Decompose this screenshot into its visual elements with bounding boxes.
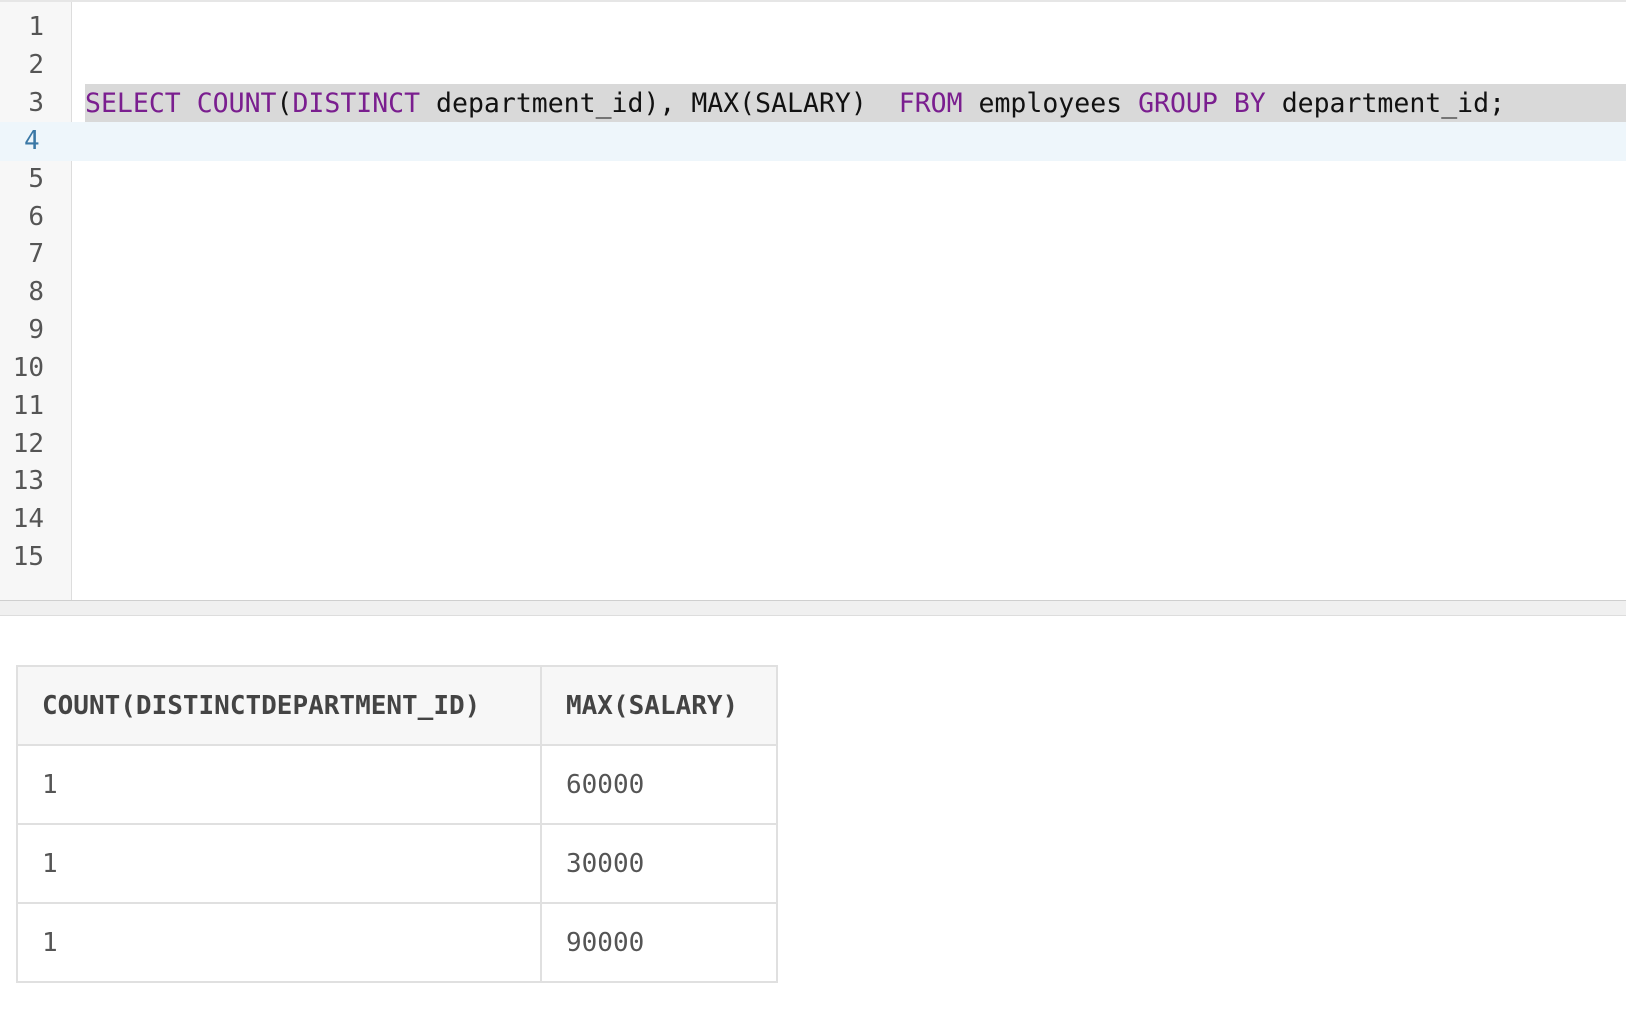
keyword-distinct: DISTINCT [292, 88, 421, 119]
line-number: 5 [28, 164, 44, 194]
keyword-group: GROUP [1138, 88, 1218, 119]
sql-query-text[interactable]: SELECT COUNT(DISTINCT department_id), MA… [85, 84, 1505, 123]
table-cell: 1 [16, 823, 542, 904]
table-cell: 30000 [540, 823, 778, 904]
table-cell: 60000 [540, 744, 778, 825]
results-panel: COUNT(DISTINCTDEPARTMENT_ID) MAX(SALARY)… [0, 616, 1626, 1020]
pane-splitter[interactable] [0, 600, 1626, 616]
line-number-active: 4 [0, 122, 72, 161]
table-row: 1 60000 [16, 744, 778, 825]
code-token: department_id), MAX(SALARY) [420, 88, 899, 119]
line-number: 15 [12, 542, 44, 572]
code-token: department_id; [1265, 88, 1506, 119]
line-number: 13 [12, 466, 44, 496]
code-area[interactable]: SELECT COUNT(DISTINCT department_id), MA… [72, 2, 1626, 600]
table-cell: 90000 [540, 902, 778, 983]
line-number: 10 [12, 353, 44, 383]
line-number: 2 [28, 50, 44, 80]
table-cell: 1 [16, 902, 542, 983]
sql-editor-app: 1 2 3 4 5 6 7 8 9 10 11 12 13 14 15 SELE… [0, 0, 1626, 1020]
code-line-3[interactable]: SELECT COUNT(DISTINCT department_id), MA… [72, 84, 1626, 123]
table-cell: 1 [16, 744, 542, 825]
code-editor[interactable]: 1 2 3 4 5 6 7 8 9 10 11 12 13 14 15 SELE… [0, 0, 1626, 600]
line-number: 9 [28, 315, 44, 345]
line-number: 8 [28, 277, 44, 307]
keyword-count: COUNT [196, 88, 277, 119]
code-token: employees [962, 88, 1139, 119]
line-number: 7 [28, 239, 44, 269]
column-header: MAX(SALARY) [540, 665, 778, 746]
keyword-select: SELECT [85, 88, 181, 119]
results-table: COUNT(DISTINCTDEPARTMENT_ID) MAX(SALARY)… [16, 665, 778, 983]
line-number-gutter: 1 2 3 4 5 6 7 8 9 10 11 12 13 14 15 [0, 2, 72, 600]
table-row: 1 30000 [16, 823, 778, 904]
keyword-from: FROM [898, 88, 963, 119]
line-number: 6 [28, 202, 44, 232]
line-number: 14 [12, 504, 44, 534]
line-number: 3 [28, 88, 44, 118]
table-row: 1 90000 [16, 902, 778, 983]
code-token: ( [276, 88, 293, 119]
keyword-by: BY [1233, 88, 1266, 119]
table-header-row: COUNT(DISTINCTDEPARTMENT_ID) MAX(SALARY) [16, 665, 778, 746]
column-header: COUNT(DISTINCTDEPARTMENT_ID) [16, 665, 542, 746]
line-number: 11 [12, 391, 44, 421]
code-line-4-active[interactable] [72, 122, 1626, 161]
line-number: 1 [28, 12, 44, 42]
line-number: 12 [12, 429, 44, 459]
